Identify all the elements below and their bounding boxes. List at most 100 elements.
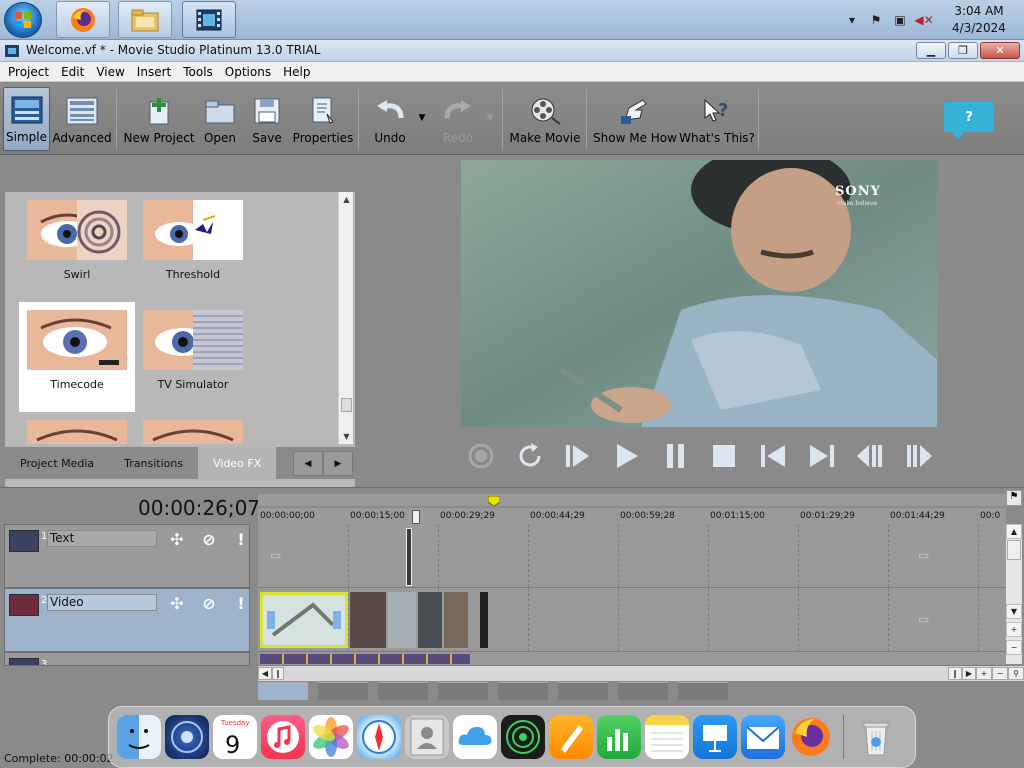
track-lane-video[interactable]: ▭ <box>258 588 1006 652</box>
audio-clip[interactable] <box>260 654 470 664</box>
fx-scrollbar[interactable]: ▲ ▼ <box>338 192 353 444</box>
safari-icon[interactable] <box>357 715 401 759</box>
scroll-down-icon[interactable]: ▼ <box>1006 604 1022 619</box>
minimize-button[interactable]: ▁ <box>916 42 946 59</box>
notes-icon[interactable] <box>645 715 689 759</box>
taskbar-moviestudio-button[interactable] <box>182 1 236 38</box>
video-clip[interactable] <box>388 592 416 648</box>
trim-tool[interactable] <box>438 682 488 700</box>
timeline-marker-bar[interactable] <box>258 494 1006 506</box>
video-clip[interactable] <box>418 592 442 648</box>
marker-flag-icon[interactable]: ⚑ <box>1006 490 1022 506</box>
loop-button[interactable] <box>514 440 546 472</box>
fx-tv-simulator[interactable]: TV Simulator <box>135 302 251 412</box>
tab-next-icon[interactable]: ▶ <box>323 451 353 476</box>
menu-options[interactable]: Options <box>219 65 277 79</box>
normal-edit-tool[interactable] <box>258 682 308 700</box>
whats-this-button[interactable]: ? What's This? <box>679 87 755 151</box>
mute-track-icon[interactable]: ⊘ <box>195 529 223 549</box>
show-me-how-button[interactable]: Show Me How <box>593 87 677 151</box>
undo-dropdown[interactable]: ▼ <box>414 87 430 151</box>
tab-transitions[interactable]: Transitions <box>109 447 198 479</box>
numbers-icon[interactable] <box>597 715 641 759</box>
text-clip[interactable] <box>406 528 412 586</box>
network-icon[interactable]: ▣ <box>891 11 909 29</box>
simple-view-button[interactable]: Simple <box>3 87 50 151</box>
trim-end-tool[interactable] <box>618 682 668 700</box>
next-frame-button[interactable] <box>903 440 935 472</box>
scroll-thumb[interactable]: ‖ <box>272 667 284 680</box>
menu-edit[interactable]: Edit <box>55 65 90 79</box>
find-my-icon[interactable] <box>501 715 545 759</box>
taskbar-explorer-button[interactable] <box>118 1 172 38</box>
magnify-icon[interactable]: ⚲ <box>1008 667 1024 680</box>
launchpad-icon[interactable] <box>165 715 209 759</box>
contacts-icon[interactable] <box>405 715 449 759</box>
track-name-field[interactable]: Text <box>47 530 157 547</box>
mail-icon[interactable] <box>741 715 785 759</box>
advanced-view-button[interactable]: Advanced <box>52 87 112 151</box>
video-clip[interactable] <box>350 592 386 648</box>
undo-button[interactable]: Undo <box>368 87 412 151</box>
track-lane-text[interactable]: ▭ ▭ <box>258 524 1006 588</box>
zoom-out-icon[interactable]: − <box>992 667 1008 680</box>
photos-icon[interactable] <box>309 715 353 759</box>
scroll-right-icon[interactable]: ▶ <box>962 667 976 680</box>
menu-insert[interactable]: Insert <box>131 65 177 79</box>
finder-icon[interactable] <box>117 715 161 759</box>
scroll-up-icon[interactable]: ▲ <box>1006 524 1022 539</box>
track-fx-icon[interactable]: ✣ <box>163 593 191 613</box>
solo-track-icon[interactable]: ! <box>227 593 255 613</box>
maximize-button[interactable]: ❐ <box>948 42 978 59</box>
video-clip-selected[interactable] <box>260 592 348 648</box>
fx-next-row-item[interactable] <box>135 412 251 444</box>
clock[interactable]: 3:04 AM 4/3/2024 <box>944 3 1014 37</box>
scroll-down-icon[interactable]: ▼ <box>339 429 354 444</box>
taskbar-firefox-button[interactable] <box>56 1 110 38</box>
track-header-text[interactable]: 1 Text ✣ ⊘ ! <box>4 524 250 588</box>
keynote-icon[interactable] <box>693 715 737 759</box>
start-button[interactable] <box>4 2 42 38</box>
video-preview[interactable]: SONY make.believe <box>461 160 937 427</box>
track-fx-icon[interactable]: ✣ <box>163 529 191 549</box>
redo-button[interactable]: Redo <box>436 87 480 151</box>
flag-icon[interactable]: ⚑ <box>867 11 885 29</box>
volume-muted-icon[interactable]: ◀✕ <box>914 11 933 29</box>
split-tool[interactable] <box>378 682 428 700</box>
menu-tools[interactable]: Tools <box>177 65 219 79</box>
firefox-dock-icon[interactable] <box>789 715 833 759</box>
snap-tool[interactable] <box>678 682 728 700</box>
solo-track-icon[interactable]: ! <box>227 529 255 549</box>
go-to-end-button[interactable] <box>806 440 838 472</box>
tab-video-fx[interactable]: Video FX <box>198 447 277 479</box>
fx-timecode[interactable]: Timecode <box>19 302 135 412</box>
properties-button[interactable]: Properties <box>293 87 353 151</box>
open-button[interactable]: Open <box>200 87 240 151</box>
playhead-handle[interactable] <box>412 510 420 524</box>
save-button[interactable]: Save <box>248 87 286 151</box>
play-button[interactable] <box>611 440 643 472</box>
scroll-up-icon[interactable]: ▲ <box>339 192 354 207</box>
trash-icon[interactable] <box>854 715 898 759</box>
envelope-edit-tool[interactable] <box>318 682 368 700</box>
track-header-video[interactable]: 2 Video ✣ ⊘ ! <box>4 588 250 652</box>
track-header-3[interactable]: 3 <box>4 652 250 666</box>
scroll-grip-icon[interactable]: ‖ <box>948 667 962 680</box>
pause-button[interactable] <box>660 440 692 472</box>
fx-swirl[interactable]: Swirl <box>19 192 135 302</box>
video-clip[interactable] <box>444 592 468 648</box>
record-button[interactable] <box>465 440 497 472</box>
music-icon[interactable] <box>261 715 305 759</box>
fx-threshold[interactable]: Threshold <box>135 192 251 302</box>
zoom-in-icon[interactable]: + <box>1006 622 1022 637</box>
close-button[interactable]: ✕ <box>980 42 1020 59</box>
redo-dropdown[interactable]: ▼ <box>482 87 498 151</box>
help-button[interactable]: ? <box>944 102 994 140</box>
delete-tool[interactable] <box>498 682 548 700</box>
track-lane-3[interactable] <box>258 652 1006 666</box>
mute-track-icon[interactable]: ⊘ <box>195 593 223 613</box>
scroll-thumb[interactable] <box>1007 540 1021 560</box>
tab-project-media[interactable]: Project Media <box>5 447 109 479</box>
pages-icon[interactable] <box>549 715 593 759</box>
make-movie-button[interactable]: Make Movie <box>510 87 580 151</box>
